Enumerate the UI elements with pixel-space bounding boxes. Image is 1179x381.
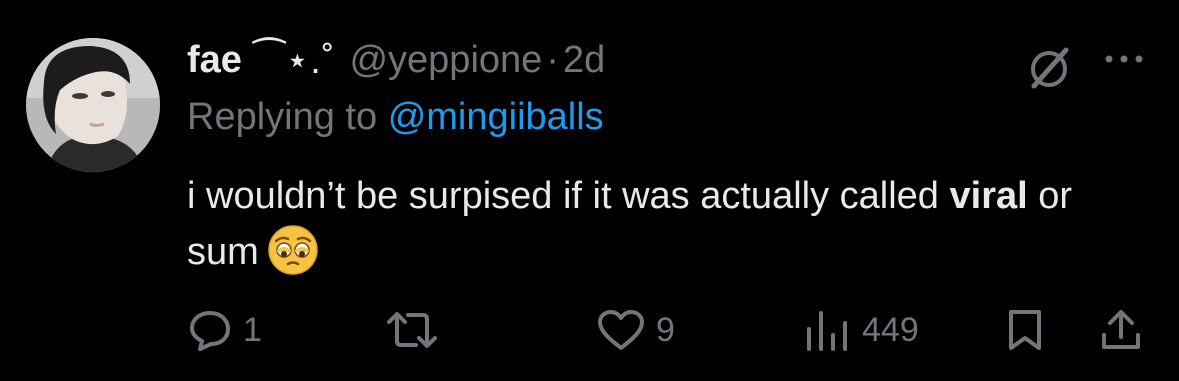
views-icon (807, 311, 847, 351)
share-icon (1102, 310, 1140, 349)
more-icon[interactable] (1100, 44, 1148, 74)
views-button[interactable]: 449 (802, 300, 919, 360)
separator-dot: · (546, 38, 559, 81)
bookmark-button[interactable] (1002, 300, 1048, 360)
share-button[interactable] (1098, 300, 1144, 360)
handle[interactable]: @yeppione (349, 39, 542, 82)
pleading-face-emoji (267, 224, 319, 276)
replying-to-line: Replying to @mingiiballs (187, 96, 604, 139)
tweet-text-bold: viral (949, 175, 1028, 217)
timestamp[interactable]: 2d (563, 39, 605, 82)
retweet-icon (387, 312, 437, 348)
tweet-text: i wouldn’t be surpised if it was actuall… (187, 168, 1147, 280)
name-decoration: ⁀⋆.˚ (253, 39, 336, 82)
reply-button[interactable]: 1 (187, 300, 262, 360)
grok-icon[interactable] (1022, 40, 1078, 96)
bookmark-icon (1009, 310, 1041, 350)
tweet[interactable]: fae ⁀⋆.˚ @yeppione · 2d Replying to @min… (0, 0, 1179, 381)
tweet-header: fae ⁀⋆.˚ @yeppione · 2d (187, 38, 605, 82)
avatar[interactable] (26, 38, 160, 172)
display-name[interactable]: fae (187, 39, 242, 82)
views-count: 449 (862, 310, 919, 349)
like-icon (598, 310, 644, 350)
tweet-text-part1: i wouldn’t be surpised if it was actuall… (187, 175, 950, 217)
like-button[interactable]: 9 (596, 300, 675, 360)
action-bar: 1 9 449 (0, 300, 1179, 360)
replying-to-mention[interactable]: @mingiiballs (388, 96, 604, 138)
reply-count: 1 (243, 310, 262, 349)
retweet-button[interactable] (386, 300, 438, 360)
like-count: 9 (656, 310, 675, 349)
reply-icon (190, 311, 230, 351)
replying-prefix: Replying to (187, 96, 378, 138)
